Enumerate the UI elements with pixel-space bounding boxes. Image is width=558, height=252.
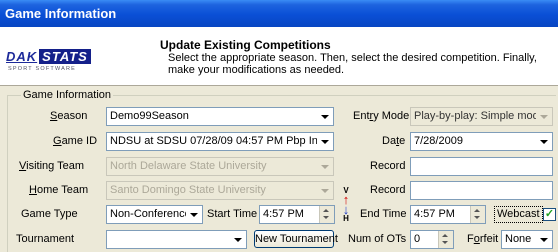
season-label: Season (50, 110, 88, 122)
home-team-select[interactable]: Santo Domingo State University (106, 181, 334, 200)
calendar-dropdown-icon[interactable] (536, 133, 552, 150)
entry-mode-select[interactable]: Play-by-play: Simple mode (410, 107, 553, 126)
num-ots-input[interactable]: 0 (410, 230, 454, 249)
home-record-label: Record (370, 184, 406, 196)
chevron-down-icon[interactable] (317, 108, 333, 125)
tournament-label: Tournament (16, 233, 75, 245)
chevron-down-icon (317, 182, 333, 199)
webcast-label[interactable]: Webcast (494, 206, 543, 223)
checkmark-icon: ✓ (544, 208, 555, 220)
window-title-bar[interactable]: Game Information (0, 0, 558, 27)
forfeit-select[interactable]: None (501, 230, 553, 249)
spinner-icon[interactable] (470, 206, 485, 223)
header-title: Update Existing Competitions (160, 38, 331, 52)
webcast-checkbox[interactable]: ✓ (543, 208, 556, 221)
home-record-input[interactable] (410, 181, 553, 200)
entry-mode-label: Entry Mode (353, 110, 410, 122)
game-id-select[interactable]: NDSU at SDSU 07/28/09 04:57 PM Pbp Incom (106, 132, 334, 151)
chevron-down-icon (536, 108, 552, 125)
header-description: Select the appropriate season. Then, sel… (168, 52, 537, 76)
visiting-team-label: Visiting Team (19, 160, 85, 172)
num-ots-label: Num of OTs (348, 233, 407, 245)
visiting-record-input[interactable] (410, 157, 553, 176)
chevron-down-icon[interactable] (230, 231, 246, 248)
tournament-select[interactable] (106, 230, 247, 249)
group-legend: Game Information (21, 89, 114, 101)
home-team-label: Home Team (29, 184, 89, 196)
start-time-label: Start Time (207, 208, 258, 220)
new-tournament-button[interactable]: New Tournament (254, 230, 338, 248)
dakstats-logo: DAK STATS SPORT SOFTWARE (6, 49, 126, 77)
chevron-down-icon[interactable] (536, 231, 552, 248)
forfeit-label: Forfeit (467, 233, 499, 245)
visiting-record-label: Record (370, 160, 406, 172)
start-time-input[interactable]: 4:57 PM (259, 205, 335, 224)
date-picker[interactable]: 7/28/2009 (410, 132, 553, 151)
visitor-home-icon: V ↑ ↓ H (342, 186, 350, 223)
spinner-icon[interactable] (438, 231, 453, 248)
header-banner: DAK STATS SPORT SOFTWARE Update Existing … (0, 27, 558, 86)
game-type-select[interactable]: Non-Conference (106, 205, 203, 224)
date-label: Date (382, 135, 406, 147)
end-time-label: End Time (360, 208, 407, 220)
game-id-label: Game ID (53, 135, 98, 147)
season-select[interactable]: Demo99Season (106, 107, 334, 126)
chevron-down-icon[interactable] (186, 206, 202, 223)
game-type-label: Game Type (21, 208, 78, 220)
visiting-team-select[interactable]: North Delaware State University (106, 157, 334, 176)
chevron-down-icon[interactable] (317, 133, 333, 150)
end-time-input[interactable]: 4:57 PM (410, 205, 486, 224)
chevron-down-icon (317, 158, 333, 175)
spinner-icon[interactable] (319, 206, 334, 223)
window-title: Game Information (5, 6, 117, 21)
